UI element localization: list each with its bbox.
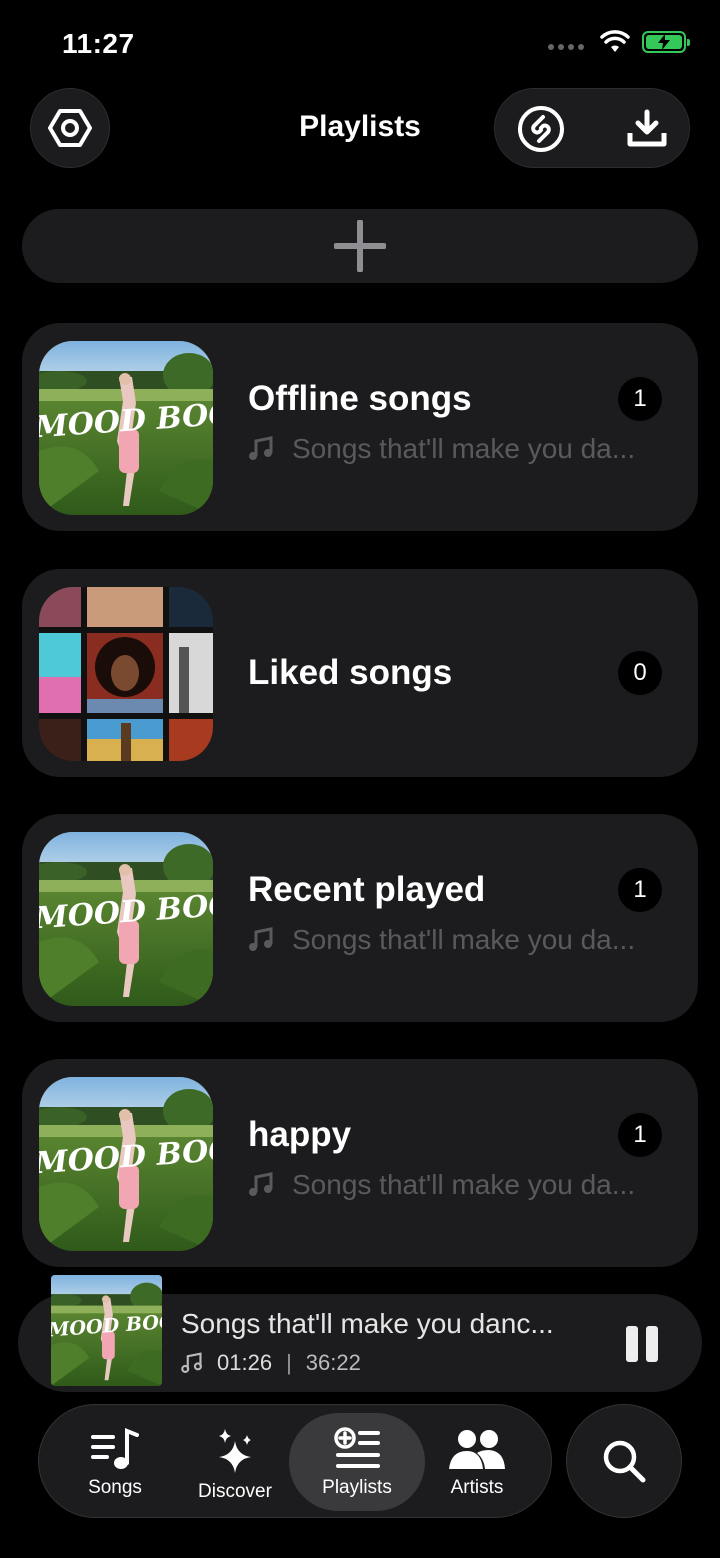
tab-playlists[interactable]: Playlists xyxy=(289,1413,425,1511)
playlist-subtitle: Songs that'll make you da... xyxy=(248,1169,635,1201)
status-icons xyxy=(548,30,690,54)
people-icon xyxy=(449,1430,505,1469)
playlist-title: Offline songs xyxy=(248,379,472,418)
shazam-icon xyxy=(518,106,564,152)
playlist-card-liked-songs[interactable]: Liked songs 0 xyxy=(22,569,698,777)
elapsed-time: 01:26 xyxy=(217,1350,273,1375)
tab-label: Artists xyxy=(450,1477,504,1498)
now-playing-bar[interactable]: MOOD BOOSTER Songs that'll make you danc… xyxy=(18,1294,702,1392)
add-playlist-button[interactable] xyxy=(22,209,698,283)
total-time: 36:22 xyxy=(305,1350,361,1375)
tab-label: Playlists xyxy=(322,1477,392,1498)
status-bar: 11:27 xyxy=(0,0,720,90)
tab-label: Songs xyxy=(88,1477,142,1498)
pause-button[interactable] xyxy=(626,1326,658,1362)
status-time: 11:27 xyxy=(62,28,135,59)
music-note-icon xyxy=(249,1172,273,1196)
tab-bar: Songs Discover Playlists Artists xyxy=(38,1404,552,1518)
song-count-badge: 1 xyxy=(618,1113,662,1157)
tab-artists[interactable]: Artists xyxy=(409,1413,545,1511)
playlist-cover: MOOD BOOSTER xyxy=(39,832,213,1006)
music-note-icon xyxy=(249,927,273,951)
tab-discover[interactable]: Discover xyxy=(167,1413,303,1511)
now-playing-title: Songs that'll make you danc... xyxy=(181,1308,554,1339)
playlist-card-happy[interactable]: MOOD BOOSTER happy 1 Songs that'll make … xyxy=(22,1059,698,1267)
playlist-description: Songs that'll make you da... xyxy=(292,924,636,955)
now-playing-meta: 01:26 | 36:22 xyxy=(181,1350,361,1376)
search-button[interactable] xyxy=(566,1404,682,1518)
playlist-subtitle: Songs that'll make you da... xyxy=(248,433,635,465)
playlist-add-icon xyxy=(334,1427,380,1468)
playlist-card-recent-played[interactable]: MOOD BOOSTER Recent played 1 Songs that'… xyxy=(22,814,698,1022)
plus-icon xyxy=(334,220,386,272)
playlist-title: Recent played xyxy=(248,870,486,909)
tab-songs[interactable]: Songs xyxy=(47,1413,183,1511)
download-button[interactable] xyxy=(627,109,667,149)
tab-label: Discover xyxy=(198,1481,272,1502)
playlist-subtitle: Songs that'll make you da... xyxy=(248,924,635,956)
now-playing-cover: MOOD BOOSTER xyxy=(51,1275,162,1386)
playlist-cover: MOOD BOOSTER xyxy=(39,341,213,515)
music-note-icon xyxy=(181,1352,202,1373)
playlist-title: happy xyxy=(248,1115,352,1154)
search-icon xyxy=(603,1440,646,1483)
time-separator: | xyxy=(286,1350,292,1375)
song-count-badge: 1 xyxy=(618,377,662,421)
pause-icon xyxy=(626,1326,638,1362)
song-count-badge: 0 xyxy=(618,651,662,695)
playlist-description: Songs that'll make you da... xyxy=(292,1169,636,1200)
playlist-cover: MOOD BOOSTER xyxy=(39,1077,213,1251)
music-list-icon xyxy=(91,1428,139,1469)
header-actions xyxy=(494,88,690,168)
sparkles-icon xyxy=(219,1429,251,1473)
battery-charging-icon xyxy=(642,31,690,53)
playlist-description: Songs that'll make you da... xyxy=(292,433,636,464)
song-count-badge: 1 xyxy=(618,868,662,912)
cellular-signal-icon xyxy=(548,34,584,50)
download-icon xyxy=(627,109,667,147)
playlist-cover xyxy=(39,587,213,761)
shazam-button[interactable] xyxy=(517,105,565,153)
playlist-title: Liked songs xyxy=(248,653,453,692)
wifi-icon xyxy=(600,30,630,52)
playlist-card-offline-songs[interactable]: MOOD BOOSTER Offline songs 1 Songs that'… xyxy=(22,323,698,531)
music-note-icon xyxy=(249,436,273,460)
